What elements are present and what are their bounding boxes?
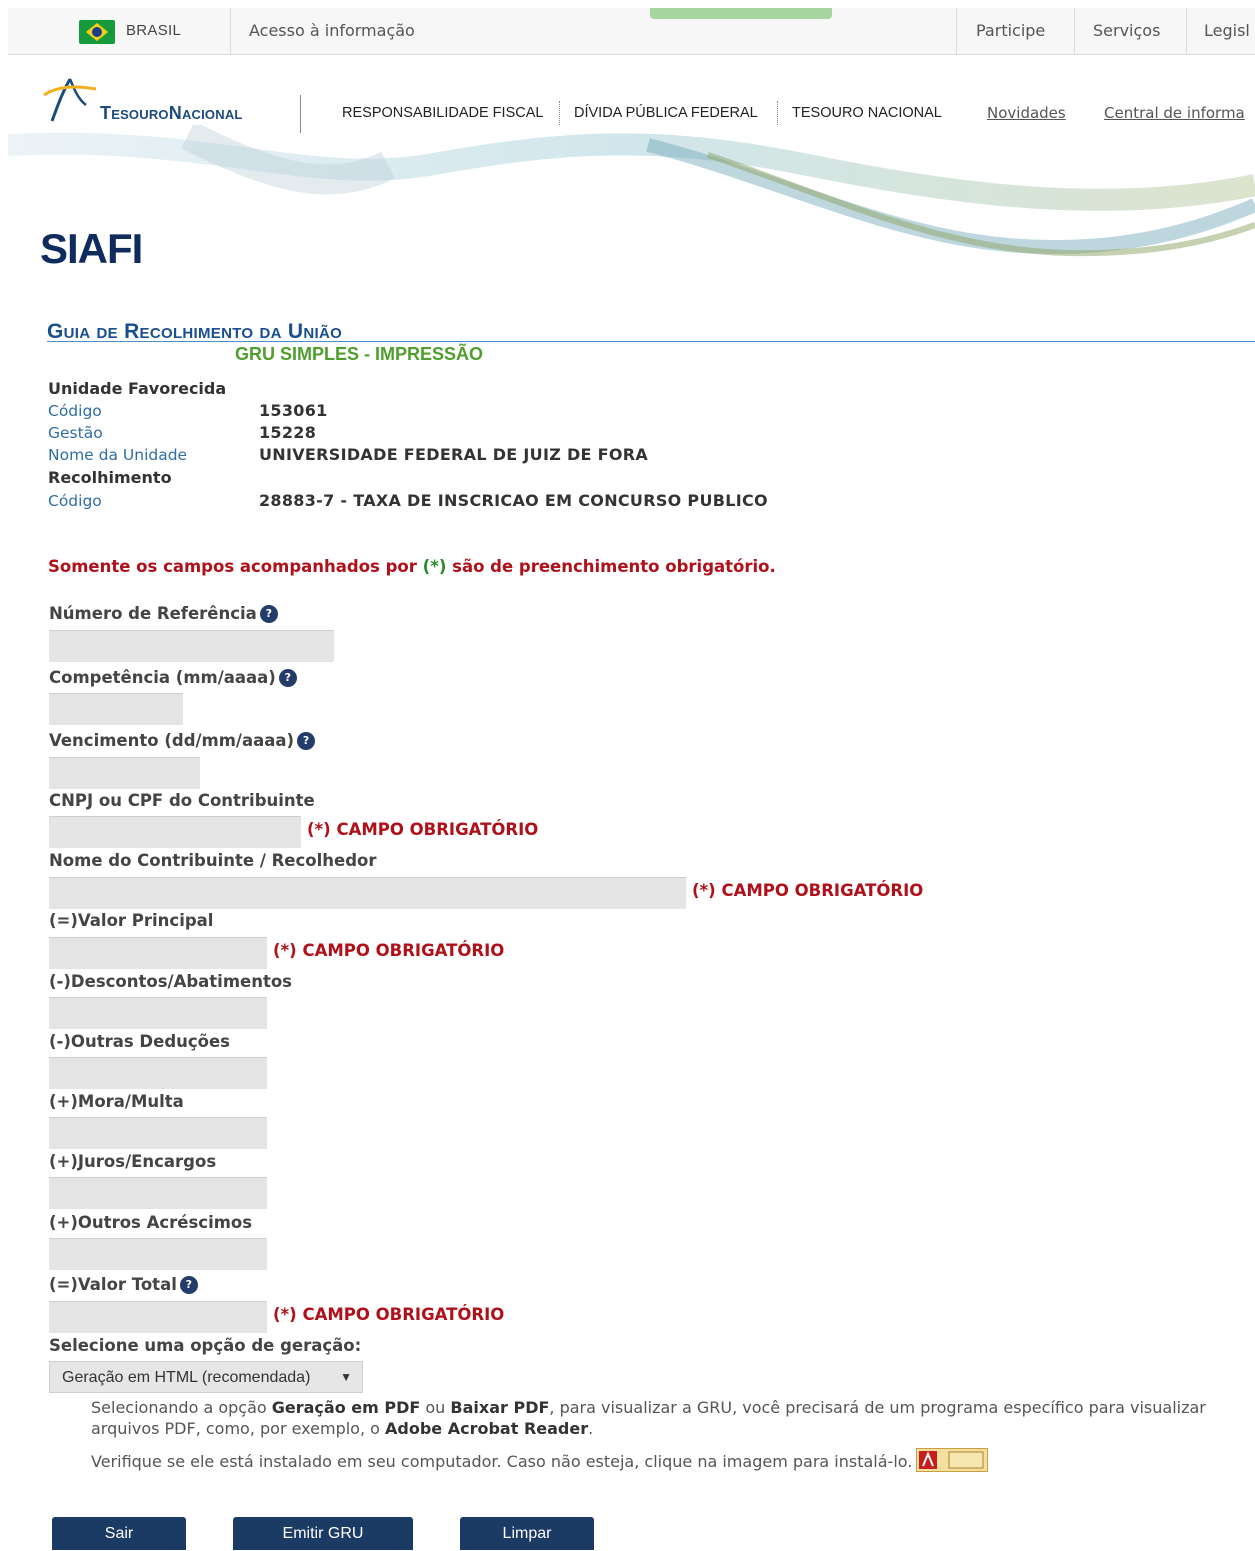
generation-select-value: Geração em HTML (recomendada) xyxy=(62,1369,311,1386)
logo-wordmark-nacional: Nacional xyxy=(168,103,243,123)
required-label: (*) CAMPO OBRIGATÓRIO xyxy=(692,881,924,900)
access-information-link[interactable]: Acesso à informação xyxy=(249,21,415,40)
sair-button[interactable]: Sair xyxy=(52,1517,186,1550)
valor-total-input[interactable] xyxy=(49,1301,267,1333)
notice-marker: (*) xyxy=(422,557,447,576)
unidade-gestao-value: 15228 xyxy=(259,423,317,442)
valor-principal-label: (=)Valor Principal xyxy=(49,911,214,930)
legislacao-link[interactable]: Legisl xyxy=(1204,21,1250,40)
generation-label: Selecione uma opção de geração: xyxy=(49,1336,362,1355)
mora-multa-input[interactable] xyxy=(49,1117,267,1149)
divider xyxy=(300,95,301,133)
help-icon[interactable]: ? xyxy=(297,732,316,750)
nav-responsabilidade-fiscal[interactable]: RESPONSABILIDADE FISCAL xyxy=(342,105,543,121)
help-icon[interactable]: ? xyxy=(259,605,278,623)
unidade-codigo-value: 153061 xyxy=(259,401,328,420)
divider xyxy=(1074,8,1075,54)
page-subtitle: GRU SIMPLES - IMPRESSÃO xyxy=(235,344,484,364)
brazil-flag-icon[interactable] xyxy=(79,20,115,44)
info-part: Selecionando a opção xyxy=(91,1398,272,1417)
help-icon[interactable]: ? xyxy=(278,669,297,687)
servicos-link[interactable]: Serviços xyxy=(1093,21,1160,40)
info-part: . xyxy=(588,1419,594,1438)
central-informacoes-link[interactable]: Central de informa xyxy=(1104,104,1245,122)
valor-total-label: (=)Valor Total? xyxy=(49,1275,198,1294)
novidades-link[interactable]: Novidades xyxy=(987,104,1066,122)
unidade-heading: Unidade Favorecida xyxy=(48,379,227,398)
vencimento-label: Vencimento (dd/mm/aaaa)? xyxy=(49,731,316,750)
divider xyxy=(230,8,231,54)
required-label: (*) CAMPO OBRIGATÓRIO xyxy=(273,941,505,960)
pdf-info-text: Selecionando a opção Geração em PDF ou B… xyxy=(91,1397,1251,1439)
unidade-nome-label: Nome da Unidade xyxy=(48,446,188,464)
competencia-input[interactable] xyxy=(49,693,183,725)
required-label: (*) CAMPO OBRIGATÓRIO xyxy=(273,1305,505,1324)
descontos-label: (-)Descontos/Abatimentos xyxy=(49,972,293,991)
outras-deducoes-label: (-)Outras Deduções xyxy=(49,1032,231,1051)
divider xyxy=(1186,8,1187,54)
vencimento-label-text: Vencimento (dd/mm/aaaa) xyxy=(49,731,295,750)
nome-contribuinte-label: Nome do Contribuinte / Recolhedor xyxy=(49,851,377,870)
juros-encargos-input[interactable] xyxy=(49,1177,267,1209)
nav-tesouro-nacional[interactable]: TESOURO NACIONAL xyxy=(792,105,942,121)
gov-bar-accent xyxy=(650,8,832,19)
info-part: ou xyxy=(420,1398,451,1417)
system-title: SIAFI xyxy=(40,225,143,272)
header-wave-decoration xyxy=(8,125,1255,257)
outros-acrescimos-label: (+)Outros Acréscimos xyxy=(49,1213,253,1232)
nav-divida-publica-federal[interactable]: DÍVIDA PÚBLICA FEDERAL xyxy=(574,105,758,121)
participe-link[interactable]: Participe xyxy=(976,21,1045,40)
referencia-input[interactable] xyxy=(49,630,334,662)
required-fields-notice: Somente os campos acompanhados por (*) s… xyxy=(48,557,776,576)
install-info-text: Verifique se ele está instalado em seu c… xyxy=(91,1448,1251,1472)
outras-deducoes-input[interactable] xyxy=(49,1057,267,1089)
nome-contribuinte-input[interactable] xyxy=(49,877,686,909)
juros-encargos-label: (+)Juros/Encargos xyxy=(49,1152,217,1171)
notice-text-before: Somente os campos acompanhados por xyxy=(48,557,423,576)
competencia-label: Competência (mm/aaaa)? xyxy=(49,668,297,687)
unidade-gestao-label: Gestão xyxy=(48,424,103,442)
recolhimento-codigo-label: Código xyxy=(48,492,102,510)
competencia-label-text: Competência (mm/aaaa) xyxy=(49,668,276,687)
divider xyxy=(777,101,778,125)
site-header: TesouroNacional RESPONSABILIDADE FISCAL … xyxy=(8,55,1255,265)
recolhimento-codigo-value: 28883-7 - TAXA DE INSCRICAO EM CONCURSO … xyxy=(259,491,768,510)
info-geracao-pdf: Geração em PDF xyxy=(271,1398,421,1417)
emitir-gru-button[interactable]: Emitir GRU xyxy=(233,1517,413,1550)
recolhimento-heading: Recolhimento xyxy=(48,468,172,487)
descontos-input[interactable] xyxy=(49,997,267,1029)
referencia-label-text: Número de Referência xyxy=(49,604,257,623)
mora-multa-label: (+)Mora/Multa xyxy=(49,1092,184,1111)
unidade-codigo-label: Código xyxy=(48,402,102,420)
required-label: (*) CAMPO OBRIGATÓRIO xyxy=(307,820,539,839)
cnpj-label: CNPJ ou CPF do Contribuinte xyxy=(49,791,315,810)
gov-bar: BRASIL Acesso à informação Participe Ser… xyxy=(8,8,1255,55)
gov-brasil-link[interactable]: BRASIL xyxy=(126,22,181,39)
logo-wordmark[interactable]: TesouroNacional xyxy=(100,103,243,124)
divider xyxy=(956,8,957,54)
valor-total-label-text: (=)Valor Total xyxy=(49,1275,177,1294)
generation-select[interactable]: Geração em HTML (recomendada) ▼ xyxy=(49,1361,363,1393)
limpar-button[interactable]: Limpar xyxy=(460,1517,594,1550)
info-baixar-pdf: Baixar PDF xyxy=(450,1398,550,1417)
title-underline xyxy=(47,341,1255,342)
logo-wordmark-tesouro: Tesouro xyxy=(100,103,169,123)
info-acrobat-reader: Adobe Acrobat Reader xyxy=(385,1419,589,1438)
vencimento-input[interactable] xyxy=(49,757,200,789)
notice-text-after: são de preenchimento obrigatório. xyxy=(446,557,776,576)
adobe-reader-download-icon[interactable] xyxy=(916,1448,989,1472)
help-icon[interactable]: ? xyxy=(179,1276,198,1294)
tesouro-nacional-logo-icon[interactable] xyxy=(42,75,98,123)
referencia-label: Número de Referência? xyxy=(49,604,278,623)
outros-acrescimos-input[interactable] xyxy=(49,1238,267,1270)
divider xyxy=(559,101,560,125)
install-info-label: Verifique se ele está instalado em seu c… xyxy=(91,1452,913,1471)
cnpj-input[interactable] xyxy=(49,816,301,848)
valor-principal-input[interactable] xyxy=(49,937,267,969)
unidade-nome-value: UNIVERSIDADE FEDERAL DE JUIZ DE FORA xyxy=(259,445,649,464)
dropdown-arrow-icon: ▼ xyxy=(340,1370,352,1384)
